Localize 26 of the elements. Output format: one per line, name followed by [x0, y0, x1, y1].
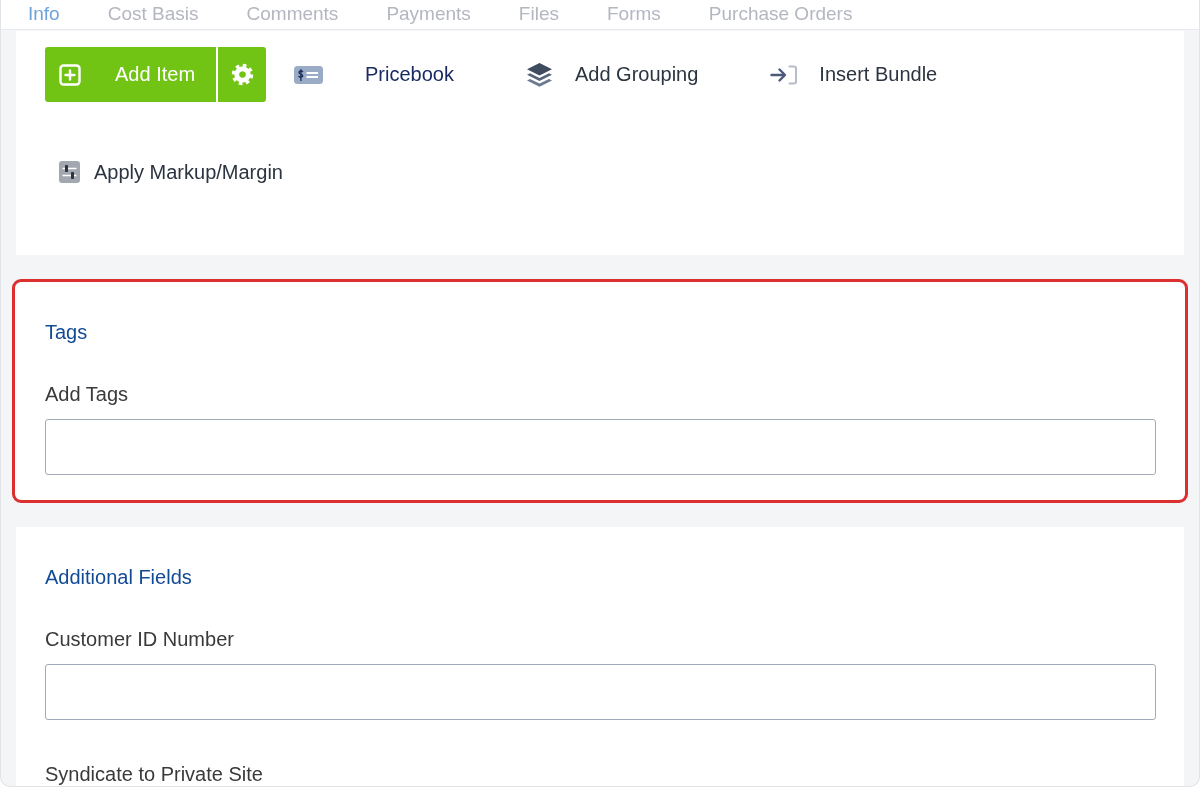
toolbar-link[interactable]: Pricebook [294, 63, 454, 86]
field-label: Syndicate to Private Site [45, 762, 263, 786]
add-item-button[interactable]: Add Item [45, 47, 216, 102]
tab[interactable]: Comments [246, 3, 339, 25]
money-card-icon [294, 65, 323, 84]
field-label: Add Tags [45, 382, 129, 406]
plus-square-icon [59, 63, 81, 86]
sliders-icon [59, 161, 80, 183]
toolbar-button[interactable]: Apply Markup/Margin [59, 160, 283, 184]
tab[interactable]: Payments [386, 3, 471, 25]
section-title: Additional Fields [45, 565, 192, 589]
layers-icon [525, 61, 553, 88]
text-field[interactable] [45, 419, 1156, 475]
field-label: Customer ID Number [45, 627, 234, 651]
gear-icon [229, 62, 255, 87]
section-title: Tags [45, 320, 88, 344]
tab[interactable]: Files [518, 3, 559, 25]
arrow-into-bracket-icon [770, 64, 798, 85]
settings-button[interactable] [218, 47, 266, 102]
toolbar-button[interactable]: Add Grouping [525, 61, 699, 88]
tab[interactable]: Purchase Orders [708, 3, 853, 25]
text-field[interactable] [45, 664, 1156, 720]
toolbar-button[interactable]: Insert Bundle [770, 63, 938, 86]
tab[interactable]: Cost Basis [107, 3, 199, 25]
tab[interactable]: Info [28, 3, 60, 25]
tab[interactable]: Forms [607, 3, 661, 25]
